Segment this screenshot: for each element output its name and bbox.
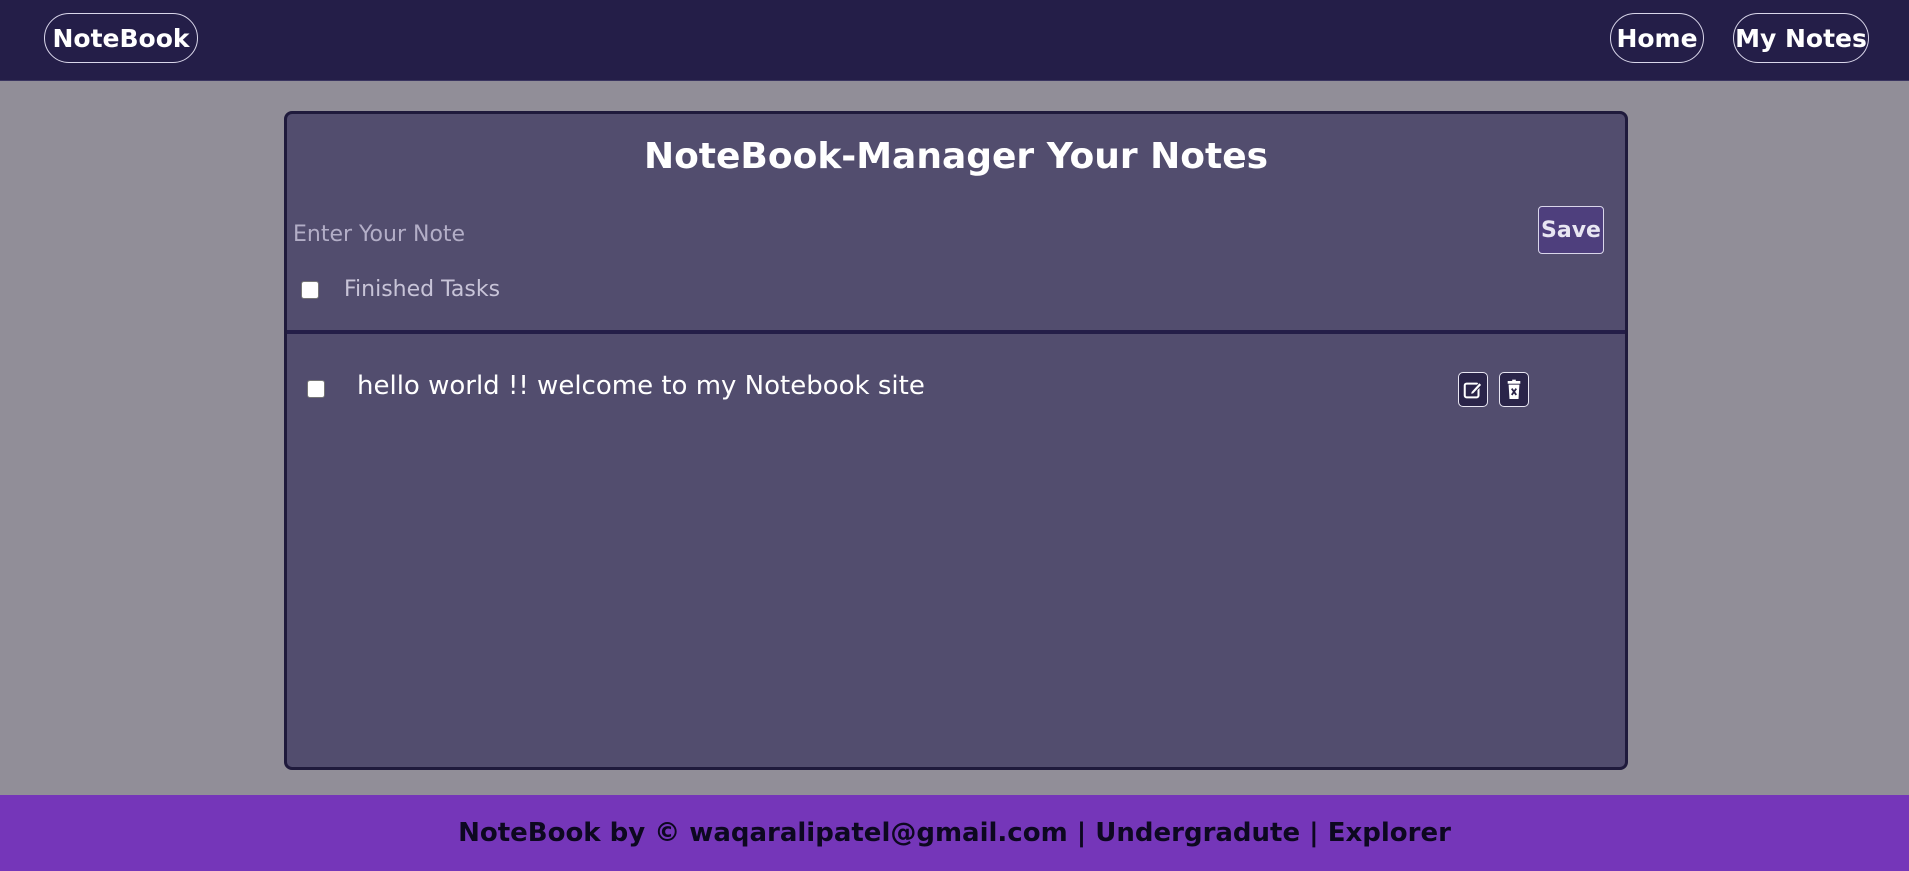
nav-home-link[interactable]: Home [1610,13,1704,63]
navbar: NoteBook Home My Notes [0,0,1909,81]
page-title: NoteBook-Manager Your Notes [643,136,1269,177]
divider [287,330,1625,334]
note-text: hello world !! welcome to my Notebook si… [357,371,925,401]
trash-icon [1507,379,1521,399]
footer-text: NoteBook by © waqaralipatel@gmail.com | … [458,818,1451,848]
brand-link[interactable]: NoteBook [44,13,198,63]
save-button[interactable]: Save [1538,206,1604,254]
note-input[interactable] [293,214,1293,254]
nav-my-notes-link[interactable]: My Notes [1733,13,1869,63]
delete-button[interactable] [1499,372,1529,407]
finished-tasks-checkbox[interactable] [301,281,319,299]
notes-card: NoteBook-Manager Your Notes Save Finishe… [284,111,1628,770]
footer: NoteBook by © waqaralipatel@gmail.com | … [0,795,1909,871]
edit-icon [1463,381,1483,398]
finished-tasks-label: Finished Tasks [344,277,501,302]
edit-button[interactable] [1458,372,1488,407]
note-checkbox[interactable] [307,380,325,398]
